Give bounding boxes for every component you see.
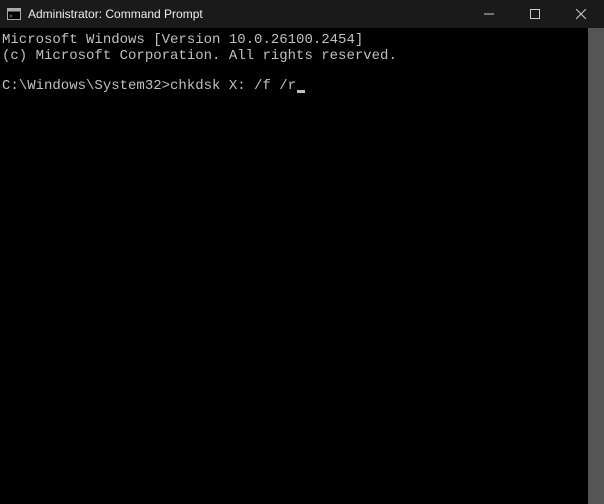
scrollbar-thumb[interactable] [588,28,604,504]
copyright-line: (c) Microsoft Corporation. All rights re… [2,48,602,64]
app-icon: >_ [6,6,22,22]
minimize-button[interactable] [466,0,512,28]
close-button[interactable] [558,0,604,28]
minimize-icon [484,9,494,19]
maximize-icon [530,9,540,19]
prompt-line: C:\Windows\System32>chkdsk X: /f /r [2,78,602,94]
command-prompt-window: >_ Administrator: Command Prompt [0,0,604,504]
window-title: Administrator: Command Prompt [28,7,466,21]
prompt-path: C:\Windows\System32> [2,78,170,94]
window-controls [466,0,604,28]
cursor [297,90,305,93]
terminal-output[interactable]: Microsoft Windows [Version 10.0.26100.24… [0,28,604,504]
maximize-button[interactable] [512,0,558,28]
typed-command: chkdsk X: /f /r [170,78,296,94]
vertical-scrollbar[interactable] [588,28,604,504]
close-icon [576,9,586,19]
version-line: Microsoft Windows [Version 10.0.26100.24… [2,32,602,48]
titlebar[interactable]: >_ Administrator: Command Prompt [0,0,604,28]
svg-text:>_: >_ [9,13,17,20]
